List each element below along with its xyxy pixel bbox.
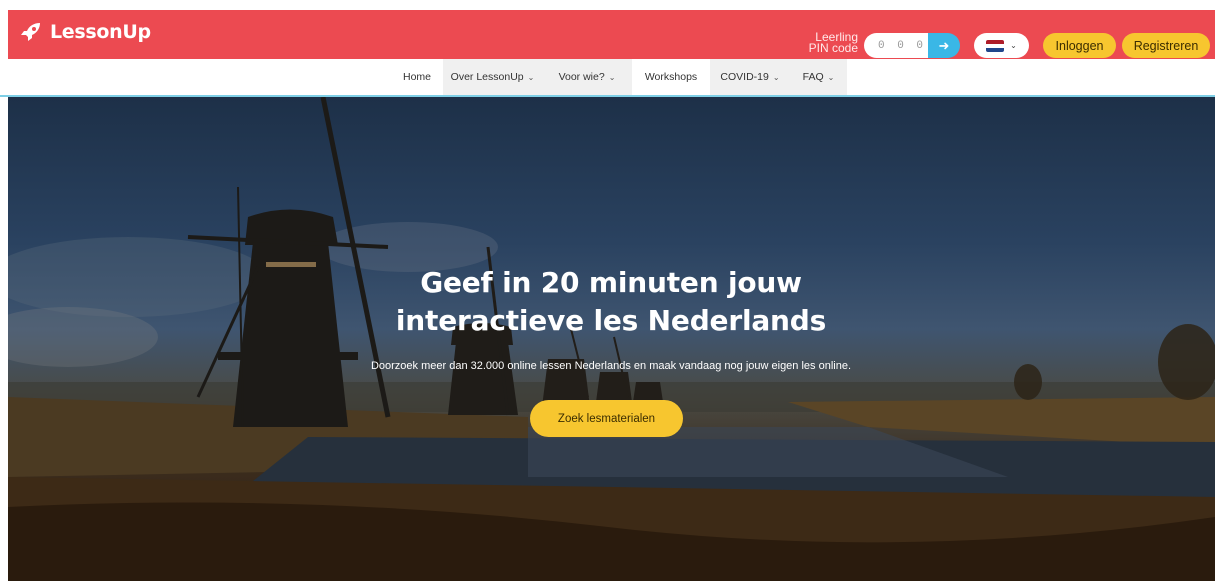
chevron-down-icon: ⌄ xyxy=(827,72,835,82)
language-selector[interactable]: ⌄ xyxy=(974,33,1029,58)
nav-item-label: Home xyxy=(402,71,431,83)
rocket-icon xyxy=(20,22,42,42)
hero-title: Geef in 20 minuten jouw interactieve les… xyxy=(311,264,911,340)
hero-subtitle: Doorzoek meer dan 32.000 online lessen N… xyxy=(370,360,852,372)
arrow-right-icon: ➜ xyxy=(938,37,950,53)
login-button[interactable]: Inloggen xyxy=(1043,33,1116,58)
flag-nl-icon xyxy=(986,39,1005,52)
chevron-down-icon: ⌄ xyxy=(608,72,616,82)
chevron-down-icon: ⌄ xyxy=(1010,41,1017,50)
pin-submit-button[interactable]: ➜ xyxy=(928,33,960,58)
pin-input[interactable] xyxy=(864,33,934,58)
nav-item-covid-19[interactable]: COVID-19 ⌄ xyxy=(710,59,790,95)
nav-item-label: COVID-19 xyxy=(720,71,769,83)
search-materials-button[interactable]: Zoek lesmaterialen xyxy=(530,400,683,437)
nav-item-over-lessonup[interactable]: Over LessonUp ⌄ xyxy=(443,59,542,95)
nav-item-label: Over LessonUp xyxy=(450,71,524,83)
nav-item-voor-wie[interactable]: Voor wie? ⌄ xyxy=(542,59,632,95)
top-bar: LessonUp Leerling PIN code xyxy=(8,10,1215,59)
hero-section: Geef in 20 minuten jouw interactieve les… xyxy=(8,97,1215,581)
hero-title-line1: Geef in 20 minuten jouw xyxy=(420,266,802,299)
chevron-down-icon: ⌄ xyxy=(527,72,535,82)
nav-item-home[interactable]: Home xyxy=(391,59,443,95)
nav-item-workshops[interactable]: Workshops xyxy=(632,59,710,95)
pin-label-line2: PIN code xyxy=(808,41,858,55)
register-button[interactable]: Registreren xyxy=(1122,33,1210,58)
brand-name: LessonUp xyxy=(50,21,151,43)
hero-title-line2: interactieve les Nederlands xyxy=(395,304,827,337)
brand-logo[interactable]: LessonUp xyxy=(20,21,151,43)
pin-label: Leerling PIN code xyxy=(802,31,858,55)
nav-item-faq[interactable]: FAQ ⌄ xyxy=(790,59,847,95)
nav-item-label: Voor wie? xyxy=(558,71,605,83)
main-nav: Home Over LessonUp ⌄ Voor wie? ⌄ Worksho… xyxy=(0,59,1215,97)
nav-item-label: Workshops xyxy=(644,71,698,83)
nav-item-label: FAQ xyxy=(802,71,824,83)
chevron-down-icon: ⌄ xyxy=(772,72,780,82)
